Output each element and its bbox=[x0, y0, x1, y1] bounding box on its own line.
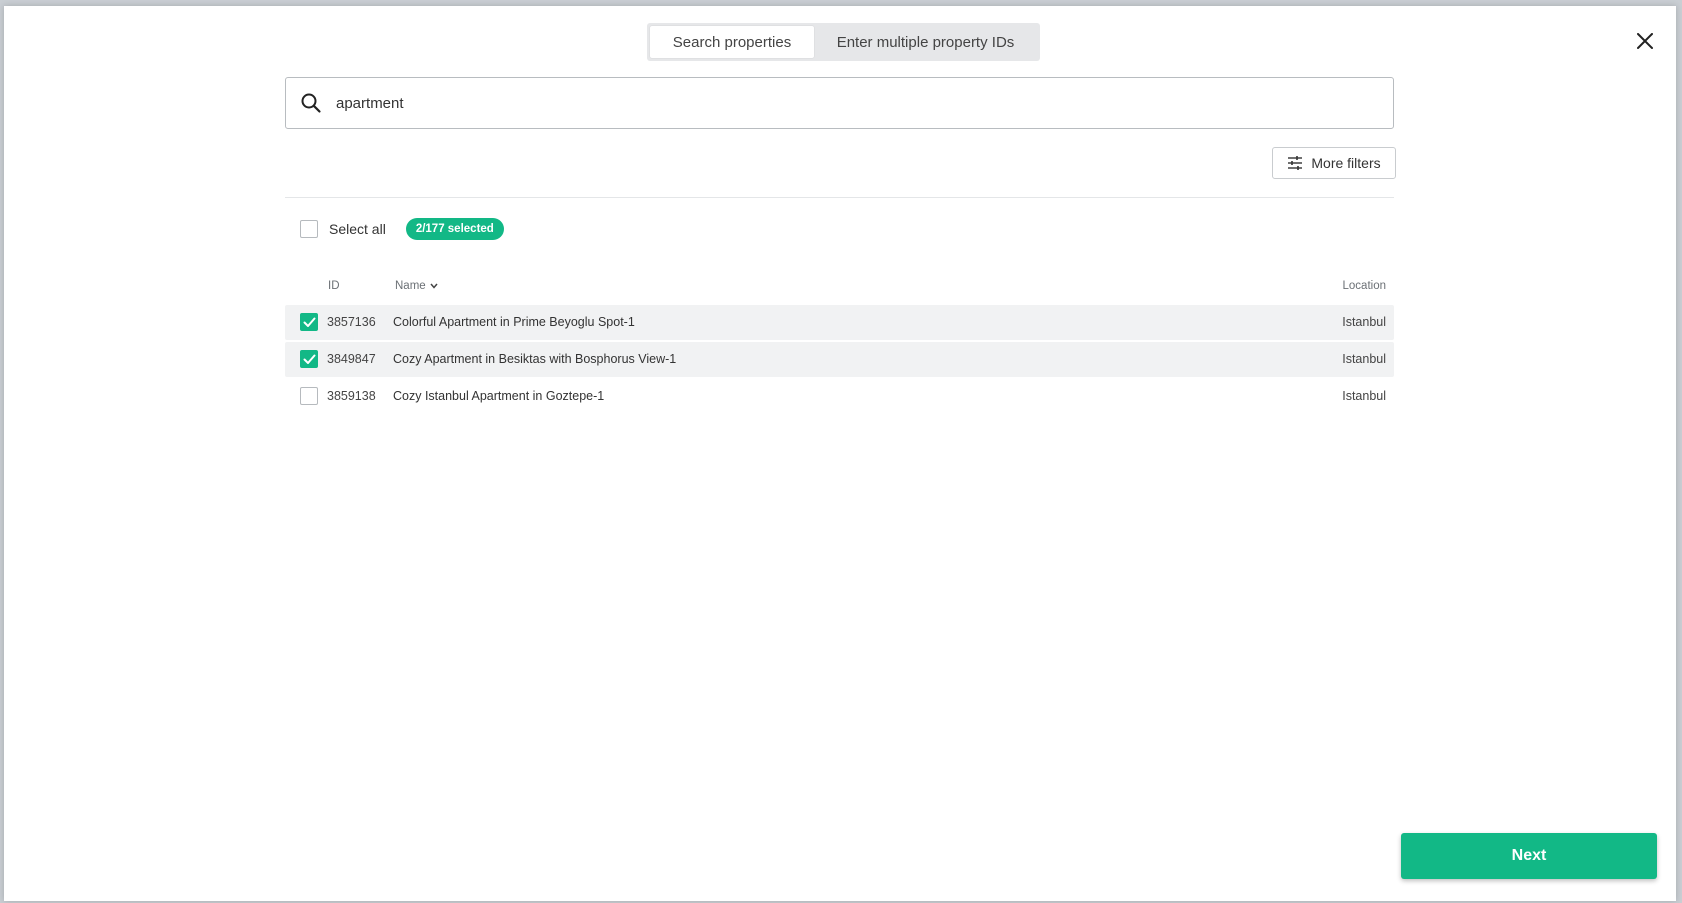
property-location: Istanbul bbox=[1342, 352, 1386, 366]
search-box bbox=[285, 77, 1394, 129]
property-id: 3849847 bbox=[327, 352, 376, 366]
property-location: Istanbul bbox=[1342, 315, 1386, 329]
table-row[interactable]: 3857136 Colorful Apartment in Prime Beyo… bbox=[285, 305, 1394, 340]
chevron-down-icon bbox=[430, 283, 438, 289]
column-header-id: ID bbox=[328, 280, 340, 292]
property-id: 3859138 bbox=[327, 389, 376, 403]
table-row[interactable]: 3849847 Cozy Apartment in Besiktas with … bbox=[285, 342, 1394, 377]
more-filters-label: More filters bbox=[1311, 155, 1381, 171]
property-name: Colorful Apartment in Prime Beyoglu Spot… bbox=[393, 315, 635, 329]
column-header-name-label: Name bbox=[395, 280, 426, 292]
row-checkbox[interactable] bbox=[300, 313, 318, 331]
divider bbox=[285, 197, 1394, 198]
property-name: Cozy Apartment in Besiktas with Bosphoru… bbox=[393, 352, 677, 366]
property-id: 3857136 bbox=[327, 315, 376, 329]
close-icon bbox=[1637, 33, 1653, 49]
tab-search-properties[interactable]: Search properties bbox=[650, 26, 814, 58]
search-input[interactable] bbox=[336, 94, 1393, 112]
table-header: ID Name Location bbox=[285, 276, 1394, 298]
property-list: 3857136 Colorful Apartment in Prime Beyo… bbox=[285, 305, 1394, 416]
column-header-name[interactable]: Name bbox=[395, 280, 438, 292]
row-checkbox[interactable] bbox=[300, 387, 318, 405]
next-button[interactable]: Next bbox=[1401, 833, 1657, 879]
selection-count-badge: 2/177 selected bbox=[405, 218, 504, 240]
tab-enter-multiple-ids[interactable]: Enter multiple property IDs bbox=[814, 26, 1037, 58]
more-filters-button[interactable]: More filters bbox=[1272, 147, 1396, 179]
sliders-icon bbox=[1288, 156, 1303, 170]
select-all-checkbox[interactable] bbox=[300, 220, 318, 238]
table-row[interactable]: 3859138 Cozy Istanbul Apartment in Gozte… bbox=[285, 379, 1394, 414]
property-name: Cozy Istanbul Apartment in Goztepe-1 bbox=[393, 389, 605, 403]
column-header-location: Location bbox=[1342, 280, 1386, 292]
property-location: Istanbul bbox=[1342, 389, 1386, 403]
close-button[interactable] bbox=[1630, 26, 1660, 56]
mode-tabs: Search properties Enter multiple propert… bbox=[647, 23, 1040, 61]
property-select-modal: Search properties Enter multiple propert… bbox=[4, 6, 1676, 901]
select-all-row: Select all 2/177 selected bbox=[300, 218, 504, 240]
select-all-label: Select all bbox=[329, 221, 386, 237]
checkmark-icon bbox=[303, 317, 315, 327]
search-icon bbox=[301, 93, 321, 113]
row-checkbox[interactable] bbox=[300, 350, 318, 368]
checkmark-icon bbox=[303, 354, 315, 364]
